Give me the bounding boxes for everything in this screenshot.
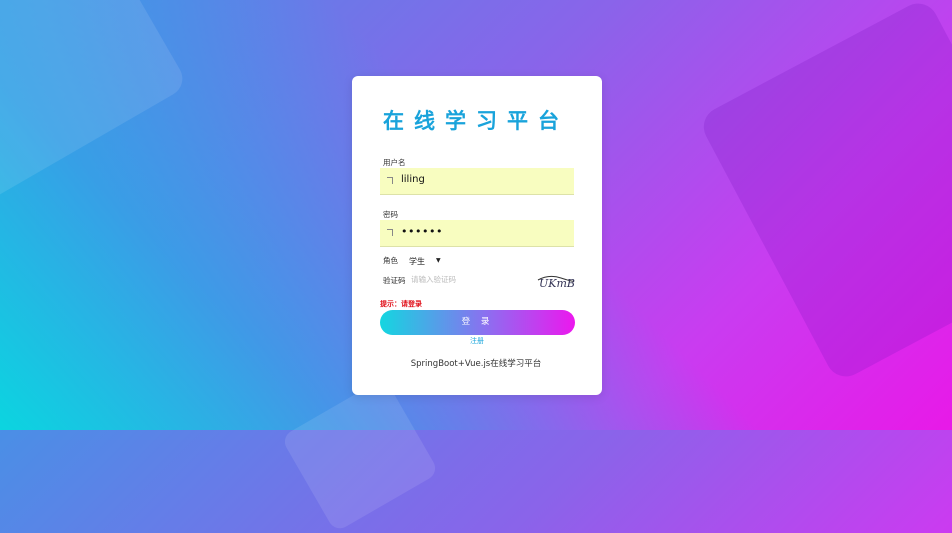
captcha-input[interactable]: 请输入验证码 (411, 274, 456, 285)
register-link[interactable]: 注册 (470, 336, 484, 346)
captcha-image[interactable]: UKmB (537, 272, 575, 290)
username-field[interactable]: liling (380, 168, 574, 195)
captcha-label: 验证码 (383, 276, 406, 285)
password-value: •••••• (401, 225, 443, 238)
footer-text: SpringBoot+Vue.js在线学习平台 (410, 359, 542, 369)
username-value: liling (401, 174, 425, 185)
chevron-down-icon[interactable]: ▼ (436, 257, 441, 264)
role-label: 角色 (383, 256, 398, 265)
user-icon (387, 177, 393, 184)
role-select[interactable]: 学生 (409, 256, 425, 267)
captcha-icon: UKmB (537, 275, 575, 290)
background-shape (696, 0, 952, 384)
login-button[interactable]: 登 录 (380, 310, 575, 335)
password-label: 密码 (383, 210, 398, 219)
captcha-text: UKmB (539, 277, 575, 290)
lock-icon (387, 229, 393, 236)
page-title: 在线学习平台 (383, 109, 569, 133)
username-label: 用户名 (383, 158, 406, 167)
status-hint: 提示：请登录 (380, 300, 422, 308)
background-shape (280, 377, 440, 533)
password-field[interactable]: •••••• (380, 220, 574, 247)
background-shape (0, 0, 189, 206)
